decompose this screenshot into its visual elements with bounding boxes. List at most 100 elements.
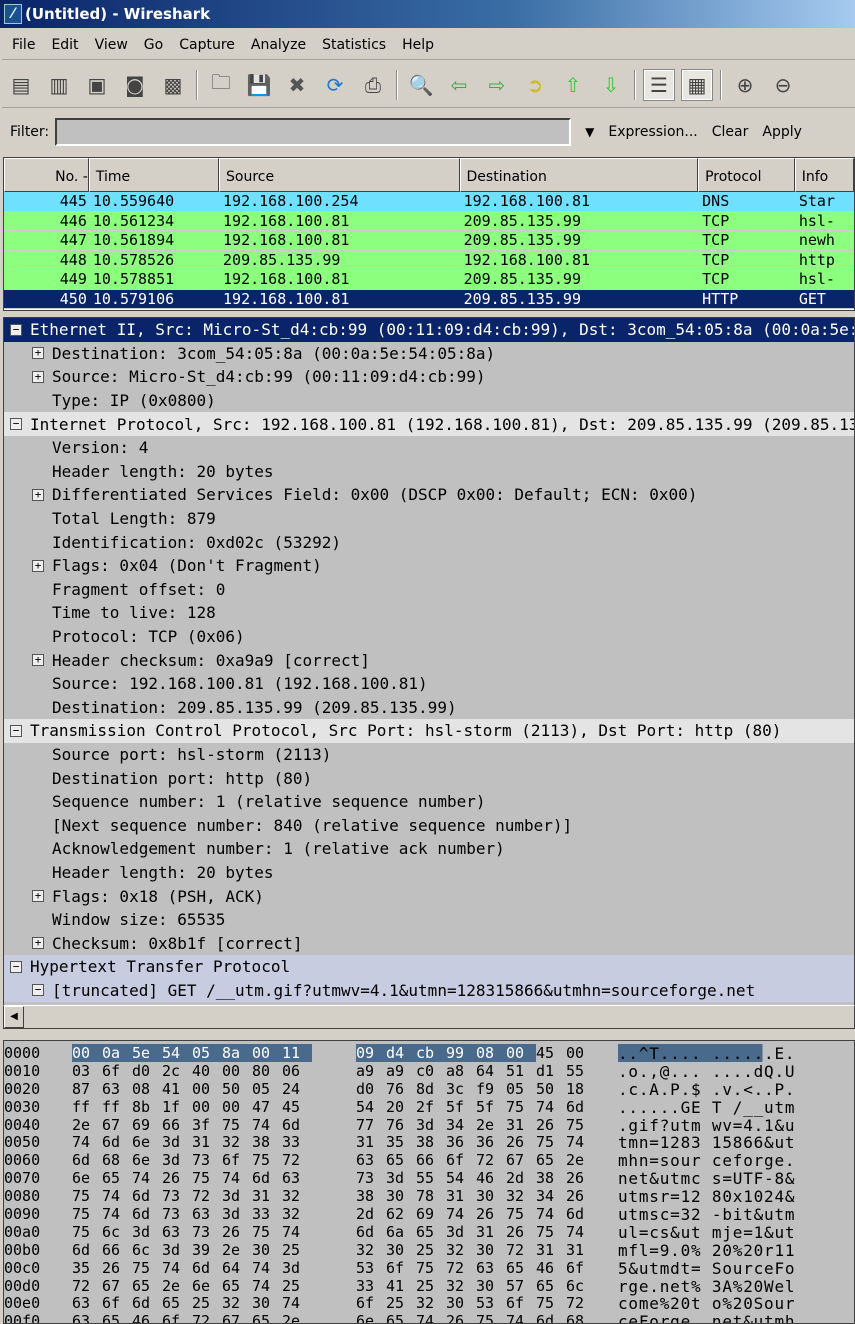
tree-item[interactable]: Version: 4 — [4, 436, 854, 460]
hex-byte[interactable]: 3d — [416, 1116, 446, 1134]
hex-byte[interactable]: 6d — [132, 1294, 162, 1312]
hex-byte[interactable]: 26 — [162, 1169, 192, 1187]
hex-byte[interactable]: 30 — [476, 1187, 506, 1205]
hex-byte[interactable]: 74 — [536, 1205, 566, 1223]
tree-item[interactable]: − Internet Protocol, Src: 192.168.100.81 … — [4, 412, 854, 436]
column-header-no[interactable]: No. - — [4, 158, 89, 192]
hex-bytes[interactable]: 75 74 6d 73 72 3d 31 32 38 30 78 31 30 32 34 26 — [72, 1187, 596, 1205]
hex-ascii[interactable]: ceForge. net&utmh — [618, 1312, 795, 1323]
hex-byte[interactable]: 6d — [132, 1205, 162, 1223]
hex-byte[interactable]: 65 — [386, 1312, 416, 1323]
hex-byte[interactable]: 72 — [192, 1187, 222, 1205]
hex-byte[interactable]: 57 — [506, 1277, 536, 1295]
tree-item[interactable]: − Hypertext Transfer Protocol — [4, 955, 854, 979]
hex-byte[interactable]: 8a — [222, 1044, 252, 1062]
hex-byte[interactable]: 03 — [72, 1062, 102, 1080]
hex-byte[interactable]: 33 — [282, 1133, 312, 1151]
colorize-button[interactable]: ☰ — [643, 68, 675, 101]
hex-byte[interactable]: 3d — [132, 1223, 162, 1241]
hex-byte[interactable]: 00 — [222, 1062, 252, 1080]
hex-byte[interactable]: 74 — [252, 1259, 282, 1277]
hex-byte[interactable]: 2e — [72, 1116, 102, 1134]
hex-ascii[interactable]: ......GE T /__utm — [618, 1098, 795, 1117]
hex-byte[interactable]: 75 — [536, 1223, 566, 1241]
hex-byte[interactable]: 6c — [566, 1277, 596, 1295]
hex-bytes[interactable]: 6d 66 6c 3d 39 2e 30 25 32 30 25 32 30 72 31 31 — [72, 1241, 596, 1259]
hex-bytes[interactable]: 63 6f 6d 65 25 32 30 74 6f 25 32 30 53 6f 75 72 — [72, 1294, 596, 1312]
tree-item[interactable]: [Next sequence number: 840 (relative seq… — [4, 813, 854, 837]
hex-byte[interactable]: 38 — [356, 1187, 386, 1205]
hex-byte[interactable]: 72 — [506, 1241, 536, 1259]
hex-byte[interactable]: 6e — [132, 1133, 162, 1151]
hex-byte[interactable]: 2c — [162, 1062, 192, 1080]
tree-item[interactable]: Source: 192.168.100.81 (192.168.100.81) — [4, 672, 854, 696]
hex-byte[interactable]: 47 — [252, 1098, 282, 1116]
hex-byte[interactable]: 54 — [446, 1169, 476, 1187]
hex-byte[interactable]: 63 — [72, 1312, 102, 1323]
hex-byte[interactable]: 38 — [536, 1169, 566, 1187]
hex-byte[interactable]: 6d — [282, 1116, 312, 1134]
hex-byte[interactable]: 72 — [566, 1294, 596, 1312]
hex-byte[interactable]: 34 — [446, 1116, 476, 1134]
hex-byte[interactable]: 74 — [446, 1205, 476, 1223]
tree-item[interactable]: + Destination: 3com_54:05:8a (00:0a:5e:54… — [4, 342, 854, 366]
filter-dropdown-arrow-icon[interactable]: ▼ — [585, 125, 594, 139]
hex-byte[interactable]: 74 — [222, 1169, 252, 1187]
hex-byte[interactable]: 75 — [222, 1116, 252, 1134]
expand-icon[interactable]: + — [32, 937, 44, 950]
column-header-protocol[interactable]: Protocol — [698, 158, 795, 192]
hex-byte[interactable]: 00 — [506, 1044, 536, 1062]
column-header-source[interactable]: Source — [219, 158, 460, 192]
tree-item[interactable]: Header length: 20 bytes — [4, 460, 854, 484]
hex-byte[interactable]: 75 — [536, 1133, 566, 1151]
tree-item[interactable]: Type: IP (0x0800) — [4, 389, 854, 413]
hex-byte[interactable]: f9 — [476, 1080, 506, 1098]
hex-byte[interactable]: 75 — [416, 1259, 446, 1277]
hex-byte[interactable]: 05 — [252, 1080, 282, 1098]
hex-byte[interactable]: 25 — [282, 1241, 312, 1259]
hex-byte[interactable]: 24 — [282, 1080, 312, 1098]
hex-byte[interactable]: 62 — [386, 1205, 416, 1223]
hex-byte[interactable]: 72 — [72, 1277, 102, 1295]
hex-byte[interactable]: 67 — [102, 1277, 132, 1295]
close-button[interactable]: ✖ — [282, 70, 312, 100]
hex-byte[interactable]: 53 — [476, 1294, 506, 1312]
hex-byte[interactable]: 75 — [72, 1205, 102, 1223]
hex-byte[interactable]: 31 — [506, 1116, 536, 1134]
hex-byte[interactable]: 30 — [446, 1294, 476, 1312]
hex-byte[interactable]: 6f — [222, 1151, 252, 1169]
hex-byte[interactable]: 74 — [252, 1277, 282, 1295]
hex-bytes[interactable]: 6e 65 74 26 75 74 6d 63 73 3d 55 54 46 2d 38 26 — [72, 1169, 596, 1187]
hex-byte[interactable]: 66 — [102, 1241, 132, 1259]
hex-byte[interactable]: 25 — [282, 1277, 312, 1295]
hex-ascii[interactable]: net&utmc s=UTF-8& — [618, 1169, 795, 1188]
hex-byte[interactable]: 76 — [386, 1080, 416, 1098]
hex-byte[interactable]: 80 — [252, 1062, 282, 1080]
hex-ascii[interactable]: mhn=sour ceforge. — [618, 1151, 795, 1170]
hex-byte[interactable]: 74 — [416, 1312, 446, 1323]
hex-byte[interactable]: 35 — [72, 1259, 102, 1277]
hex-byte[interactable]: 00 — [192, 1080, 222, 1098]
hex-bytes[interactable]: ff ff 8b 1f 00 00 47 45 54 20 2f 5f 5f 75 74 6d — [72, 1098, 596, 1116]
tree-item[interactable]: Acknowledgement number: 1 (relative ack … — [4, 837, 854, 861]
tree-item[interactable]: + Header checksum: 0xa9a9 [correct] — [4, 648, 854, 672]
stop-capture-button[interactable]: ◙ — [120, 70, 150, 100]
hex-byte[interactable]: 74 — [282, 1223, 312, 1241]
hex-byte[interactable]: 00 — [192, 1098, 222, 1116]
collapse-icon[interactable]: − — [10, 724, 22, 737]
hex-byte[interactable]: 66 — [416, 1151, 446, 1169]
hex-byte[interactable]: 73 — [356, 1169, 386, 1187]
hex-byte[interactable]: 65 — [102, 1312, 132, 1323]
hex-byte[interactable]: 74 — [102, 1187, 132, 1205]
hex-byte[interactable]: 31 — [252, 1187, 282, 1205]
hex-byte[interactable]: 6f — [386, 1259, 416, 1277]
expression-button[interactable]: Expression... — [608, 124, 697, 140]
hex-byte[interactable]: 6e — [72, 1169, 102, 1187]
hex-byte[interactable]: 30 — [476, 1241, 506, 1259]
hex-byte[interactable]: 75 — [192, 1169, 222, 1187]
hex-byte[interactable]: 6f — [506, 1294, 536, 1312]
hex-byte[interactable]: 63 — [72, 1294, 102, 1312]
hex-byte[interactable]: 35 — [386, 1133, 416, 1151]
hex-ascii[interactable]: 5&utmdt= SourceFo — [618, 1259, 795, 1278]
filter-input[interactable] — [55, 118, 572, 146]
